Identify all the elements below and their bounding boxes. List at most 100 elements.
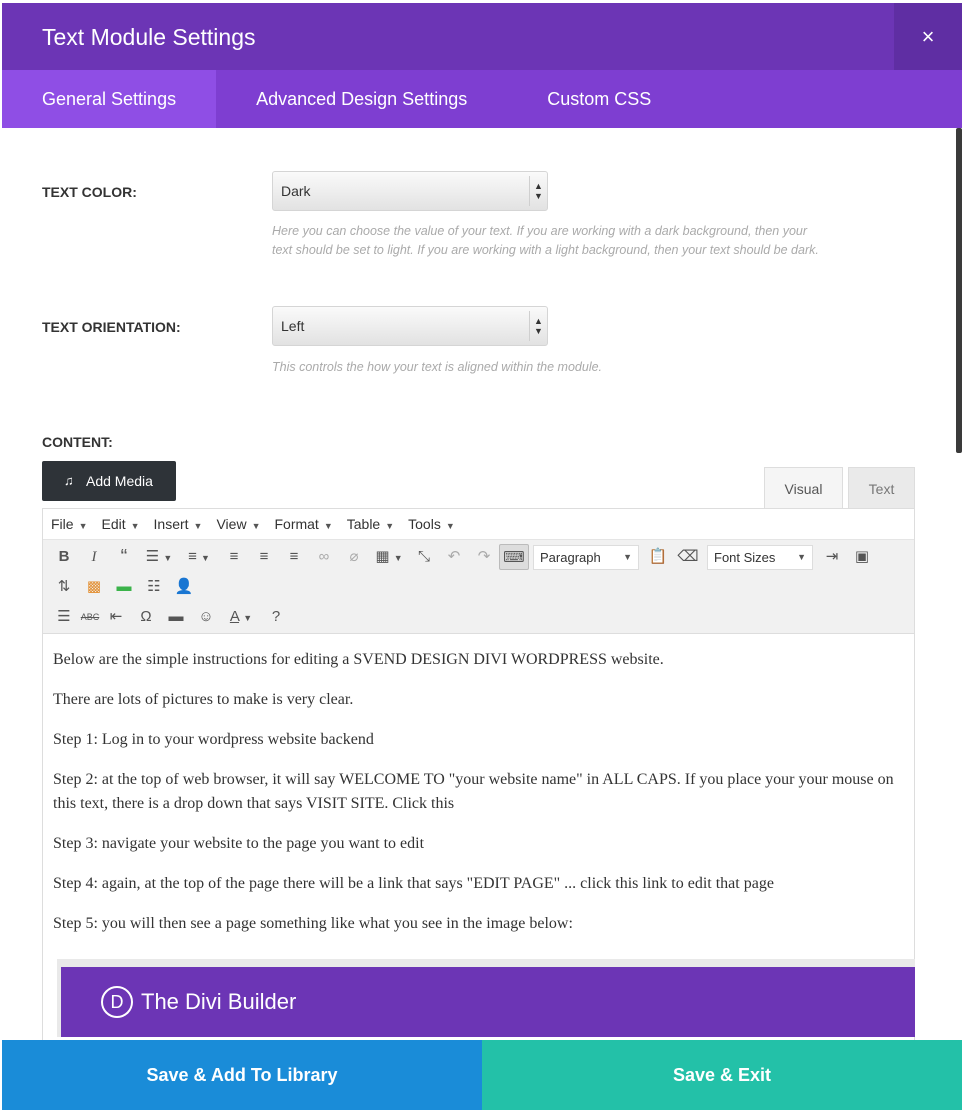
- paste-text-icon[interactable]: 📋: [643, 544, 673, 570]
- strikethrough-icon[interactable]: ABC: [79, 604, 101, 630]
- menu-tools-label: Tools: [408, 516, 441, 532]
- paragraph-format-select[interactable]: Paragraph ▼: [533, 544, 639, 570]
- help-icon[interactable]: ?: [261, 604, 291, 630]
- save-add-to-library-button[interactable]: Save & Add To Library: [2, 1040, 482, 1110]
- document-icon[interactable]: ☷: [139, 574, 169, 600]
- embedded-screenshot: D The Divi Builder: [57, 959, 915, 1037]
- redo-icon[interactable]: ↷: [469, 544, 499, 570]
- caret-down-icon: ▼: [193, 521, 203, 531]
- text-color-select[interactable]: Dark ▲ ▼: [272, 171, 548, 211]
- divi-builder-title: The Divi Builder: [141, 989, 297, 1014]
- menu-insert-label: Insert: [153, 516, 189, 532]
- toolbar-toggle-icon[interactable]: ⌨: [499, 544, 529, 570]
- horizontal-line-icon[interactable]: ▬: [161, 604, 191, 630]
- menu-format-label: Format: [274, 516, 319, 532]
- emoticon-icon[interactable]: ☺: [191, 604, 221, 630]
- align-right-icon[interactable]: ≡: [279, 544, 309, 570]
- caret-down-icon: ▼: [251, 521, 261, 531]
- modal-header: Text Module Settings ×: [2, 3, 962, 70]
- undo-icon[interactable]: ↶: [439, 544, 469, 570]
- clear-formatting-icon[interactable]: ⌫: [673, 544, 703, 570]
- menu-file-label: File: [51, 516, 74, 532]
- editor-tab-text[interactable]: Text: [848, 467, 915, 509]
- modal-title: Text Module Settings: [42, 24, 256, 50]
- caret-down-icon: ▼: [385, 521, 395, 531]
- caret-down-icon: ▼: [445, 521, 455, 531]
- content-editor: File ▼ Edit ▼ Insert ▼ View ▼ Format ▼ Table ▼…: [42, 508, 915, 1040]
- text-color-value: Dark: [281, 183, 311, 199]
- caret-down-icon: ▼: [78, 521, 88, 531]
- tab-custom-css[interactable]: Custom CSS: [507, 70, 691, 128]
- italic-icon[interactable]: I: [79, 544, 109, 570]
- text-orientation-value: Left: [281, 318, 305, 334]
- content-paragraph: There are lots of pictures to make is ve…: [53, 691, 354, 708]
- media-icon: ♫: [64, 473, 74, 488]
- select-arrows-icon: ▲ ▼: [529, 176, 547, 206]
- divi-logo-icon: D: [101, 986, 133, 1018]
- content-paragraph: Step 2: at the top of web browser, it wi…: [53, 771, 894, 812]
- special-character-icon[interactable]: Ω: [131, 604, 161, 630]
- editor-tab-visual[interactable]: Visual: [764, 467, 843, 509]
- modal-footer: Save & Add To Library Save & Exit: [2, 1040, 962, 1110]
- menu-view[interactable]: View ▼: [216, 516, 260, 532]
- editor-body[interactable]: Below are the simple instructions for ed…: [43, 634, 914, 936]
- menu-edit-label: Edit: [101, 516, 126, 532]
- tab-general-settings[interactable]: General Settings: [2, 70, 217, 128]
- select-arrows-icon: ▲ ▼: [529, 311, 547, 341]
- unlink-icon[interactable]: ⌀: [339, 544, 369, 570]
- menu-tools[interactable]: Tools ▼: [408, 516, 455, 532]
- text-orientation-description: This controls the how your text is align…: [272, 360, 603, 374]
- bold-icon[interactable]: B: [49, 544, 79, 570]
- divi-builder-bar: D The Divi Builder: [61, 967, 915, 1037]
- text-orientation-select[interactable]: Left ▲ ▼: [272, 306, 548, 346]
- outdent-icon[interactable]: ⇤: [101, 604, 131, 630]
- tab-advanced-design-settings[interactable]: Advanced Design Settings: [216, 70, 507, 128]
- menu-format[interactable]: Format ▼: [274, 516, 332, 532]
- align-left-icon[interactable]: ≡: [219, 544, 249, 570]
- text-color-description-line: text should be set to light. If you are …: [272, 243, 819, 257]
- insert-image-icon[interactable]: ▣: [847, 544, 877, 570]
- caret-down-icon: ▼: [323, 521, 333, 531]
- text-module-settings-modal: Text Module Settings × General Settings …: [2, 3, 962, 1110]
- font-sizes-select[interactable]: Font Sizes ▼: [707, 544, 813, 570]
- caret-down-icon: ▼: [623, 551, 632, 562]
- menu-edit[interactable]: Edit ▼: [101, 516, 139, 532]
- text-color-description: Here you can choose the value of your te…: [272, 222, 862, 260]
- indent-list-icon[interactable]: ⇥: [817, 544, 847, 570]
- fullscreen-icon[interactable]: ⤡: [409, 544, 439, 570]
- menu-table-label: Table: [346, 516, 381, 532]
- menu-insert[interactable]: Insert ▼: [154, 516, 203, 532]
- menu-file[interactable]: File ▼: [51, 516, 87, 532]
- menu-table[interactable]: Table ▼: [347, 516, 394, 532]
- numbered-list-icon[interactable]: ≡ ▼: [179, 544, 219, 570]
- bullet-list-icon[interactable]: ☰ ▼: [139, 544, 179, 570]
- settings-content: TEXT COLOR: Dark ▲ ▼ Here you can choose …: [2, 128, 962, 1040]
- editor-toolbar: B I “ ☰ ▼ ≡ ▼ ≡ ≡ ≡ ∞ ⌀ ▦ ▼ ⤡ ↶ ↷ ⌨ Para…: [43, 540, 914, 634]
- close-icon[interactable]: ×: [894, 3, 962, 70]
- caret-down-icon: ▼: [797, 551, 806, 562]
- save-exit-button[interactable]: Save & Exit: [482, 1040, 962, 1110]
- table-icon[interactable]: ▦ ▼: [369, 544, 409, 570]
- text-orientation-label: TEXT ORIENTATION:: [42, 319, 181, 335]
- justify-icon[interactable]: ☰: [49, 604, 79, 630]
- link-icon[interactable]: ∞: [309, 544, 339, 570]
- content-label: CONTENT:: [42, 434, 113, 450]
- blockquote-icon[interactable]: “: [109, 544, 139, 570]
- user-icon[interactable]: 👤: [169, 574, 199, 600]
- button-shortcode-icon[interactable]: ▬: [109, 574, 139, 600]
- editor-menubar: File ▼ Edit ▼ Insert ▼ View ▼ Format ▼ Table ▼…: [43, 509, 914, 540]
- add-media-label: Add Media: [86, 473, 153, 489]
- align-center-icon[interactable]: ≡: [249, 544, 279, 570]
- toolbar-row-3: ☰ ABC ⇤ Ω ▬ ☺ A ▼ ?: [49, 602, 291, 632]
- text-color-description-line: Here you can choose the value of your te…: [272, 224, 808, 238]
- paragraph-format-value: Paragraph: [540, 549, 601, 565]
- add-media-button[interactable]: ♫ Add Media: [42, 461, 176, 501]
- text-color-label: TEXT COLOR:: [42, 184, 137, 200]
- font-sizes-value: Font Sizes: [714, 549, 776, 565]
- text-color-icon[interactable]: A ▼: [221, 604, 261, 630]
- upload-download-icon[interactable]: ⇅: [49, 574, 79, 600]
- content-paragraph: Step 1: Log in to your wordpress website…: [53, 731, 374, 748]
- caret-down-icon: ▼: [130, 521, 140, 531]
- toolbar-row-1: B I “ ☰ ▼ ≡ ▼ ≡ ≡ ≡ ∞ ⌀ ▦ ▼ ⤡ ↶ ↷ ⌨ Para…: [49, 542, 877, 572]
- color-grid-icon[interactable]: ▩: [79, 574, 109, 600]
